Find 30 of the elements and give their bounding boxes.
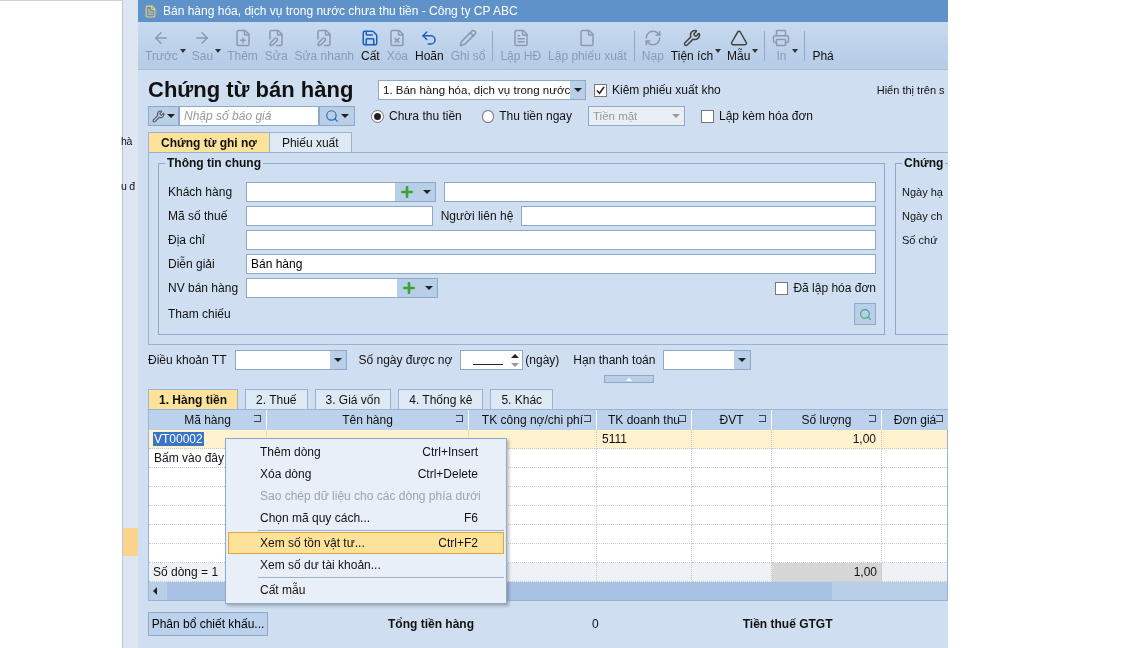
field-label: Số chứ [902, 234, 938, 246]
field-label: Địa chỉ [168, 233, 206, 247]
background-text: u đ [121, 180, 135, 192]
field-label: Khách hàng [168, 185, 234, 199]
total-label: Tổng tiền hàng [388, 617, 474, 631]
group-title: Chứng [902, 156, 946, 170]
field-label: NV bán hàng [168, 281, 238, 295]
table-cell: 1,00 [772, 563, 882, 582]
vat-label: Tiền thuế GTGT [742, 617, 833, 631]
checkbox-label: Lập kèm hóa đơn [719, 109, 813, 123]
field-label: Người liên hệ [440, 209, 514, 223]
background-text: hà [121, 135, 133, 147]
field-label: Số ngày được nợ [358, 353, 453, 367]
unit-label: (ngày) [525, 353, 560, 367]
field-label: Ngày ch [902, 210, 943, 222]
field-label: Hạn thanh toán [573, 353, 656, 367]
group-title: Thông tin chung [165, 156, 263, 170]
field-label: Diễn giải [168, 257, 216, 271]
total-value: 0 [592, 617, 599, 631]
field-label: Ngày hạ [902, 186, 943, 198]
radio-label: Chưa thu tiền [389, 109, 462, 123]
radio-label: Thu tiền ngay [499, 109, 572, 123]
field-label: Mã số thuế [168, 209, 229, 223]
field-label: Tham chiếu [168, 307, 232, 321]
display-label: Hiển thị trên s [876, 84, 945, 96]
checkbox-label: Đã lập hóa đơn [793, 281, 876, 295]
page-title: Chứng từ bán hàng [148, 77, 355, 103]
window-title: Bán hàng hóa, dịch vụ trong nước chưa thu tiền - Công ty CP ABC [163, 4, 518, 18]
field-label: Điều khoản TT [148, 353, 227, 367]
checkbox-label: Kiêm phiếu xuất kho [612, 83, 721, 97]
